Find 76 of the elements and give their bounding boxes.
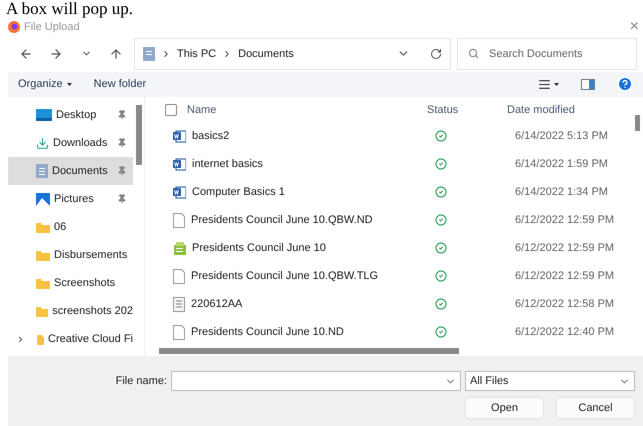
help-icon[interactable] — [617, 76, 633, 92]
view-options-button[interactable] — [538, 78, 559, 91]
file-name[interactable]: basics2 — [192, 130, 230, 142]
preview-pane-icon[interactable] — [581, 78, 595, 90]
folder-icon — [36, 222, 50, 232]
up-icon[interactable] — [109, 46, 123, 61]
refresh-icon[interactable] — [430, 48, 442, 60]
date-modified: 6/12/2022 12:40 PM — [515, 326, 616, 338]
download-icon — [36, 136, 49, 150]
file-name[interactable]: Presidents Council June 10.ND — [191, 326, 344, 338]
search-box[interactable]: Search Documents — [457, 38, 637, 70]
file-name-label: File name: — [116, 375, 167, 387]
column-header[interactable]: Date modified — [507, 104, 635, 116]
text-file-icon — [173, 296, 185, 312]
folder-icon — [36, 278, 50, 288]
new-folder-button[interactable]: New folder — [94, 78, 146, 90]
date-modified: 6/12/2022 12:59 PM — [515, 270, 616, 282]
open-button[interactable]: Open — [465, 397, 544, 419]
sidebar-item[interactable]: Documents — [8, 157, 133, 185]
document-icon — [36, 164, 48, 178]
column-header[interactable]: Name — [187, 104, 216, 116]
file-icon — [173, 268, 185, 284]
browser-logo-icon — [8, 21, 20, 33]
select-all-checkbox[interactable] — [165, 104, 177, 116]
date-modified: 6/14/2022 5:13 PM — [515, 130, 609, 142]
company-file-icon — [173, 242, 186, 255]
caret-icon — [554, 82, 559, 86]
file-icon — [173, 212, 185, 228]
word-document-icon — [173, 158, 186, 171]
file-name[interactable]: Presidents Council June 10.QBW.ND — [191, 214, 373, 226]
date-modified: 6/14/2022 1:34 PM — [515, 186, 609, 198]
file-name[interactable]: Presidents Council June 10.QBW.TLG — [191, 270, 378, 282]
organize-menu[interactable]: Organize — [18, 78, 72, 90]
search-icon — [468, 48, 479, 60]
breadcrumb-item[interactable]: This PC — [177, 48, 216, 60]
file-name[interactable]: Computer Basics 1 — [192, 186, 285, 198]
caret-icon — [66, 82, 72, 86]
file-name[interactable]: Presidents Council June 10 — [192, 242, 326, 254]
cancel-button[interactable]: Cancel — [556, 397, 635, 419]
column-header[interactable]: Status — [427, 104, 507, 116]
file-name[interactable]: 220612AA — [191, 298, 242, 310]
word-document-icon — [173, 130, 186, 143]
file-name[interactable]: internet basics — [192, 158, 263, 170]
pictures-icon — [36, 192, 50, 206]
folder-icon — [36, 250, 50, 260]
expand-chevron-icon[interactable] — [16, 334, 25, 344]
back-icon[interactable] — [19, 46, 33, 61]
word-document-icon — [173, 186, 186, 199]
file-icon — [173, 324, 185, 340]
file-name-field[interactable] — [171, 371, 461, 391]
close-button[interactable]: × — [630, 18, 639, 36]
window-title: File Upload — [24, 21, 81, 33]
sidebar-item[interactable]: 06 — [8, 213, 133, 241]
sidebar-item[interactable]: Pictures — [8, 185, 133, 213]
breadcrumb-item[interactable]: Documents — [238, 48, 294, 60]
sidebar-item[interactable]: Desktop — [8, 101, 133, 129]
folder-icon — [36, 306, 48, 316]
scrollbar-thumb[interactable] — [136, 105, 142, 165]
scrollbar-thumb[interactable] — [635, 115, 640, 131]
date-modified: 6/12/2022 12:58 PM — [515, 298, 616, 310]
file-type-dropdown[interactable]: All Files — [465, 371, 635, 391]
forward-icon[interactable] — [49, 46, 63, 61]
date-modified: 6/12/2022 12:59 PM — [515, 214, 616, 226]
document-icon — [143, 46, 155, 61]
sidebar-item[interactable]: Creative Cloud Fi — [8, 325, 133, 353]
sidebar-item[interactable]: screenshots 202 — [8, 297, 133, 325]
sidebar-item[interactable]: Disbursements — [8, 241, 133, 269]
scrollbar-thumb[interactable] — [159, 348, 459, 354]
date-modified: 6/14/2022 1:59 PM — [515, 158, 609, 170]
date-modified: 6/12/2022 12:59 PM — [515, 242, 616, 254]
sidebar-item[interactable]: Downloads — [8, 129, 133, 157]
desktop-icon — [36, 109, 52, 121]
page-heading: A box will pop up. — [5, 0, 134, 18]
address-bar[interactable]: This PC Documents — [134, 38, 451, 70]
folder-icon — [37, 334, 44, 344]
sidebar-item[interactable]: Screenshots — [8, 269, 133, 297]
